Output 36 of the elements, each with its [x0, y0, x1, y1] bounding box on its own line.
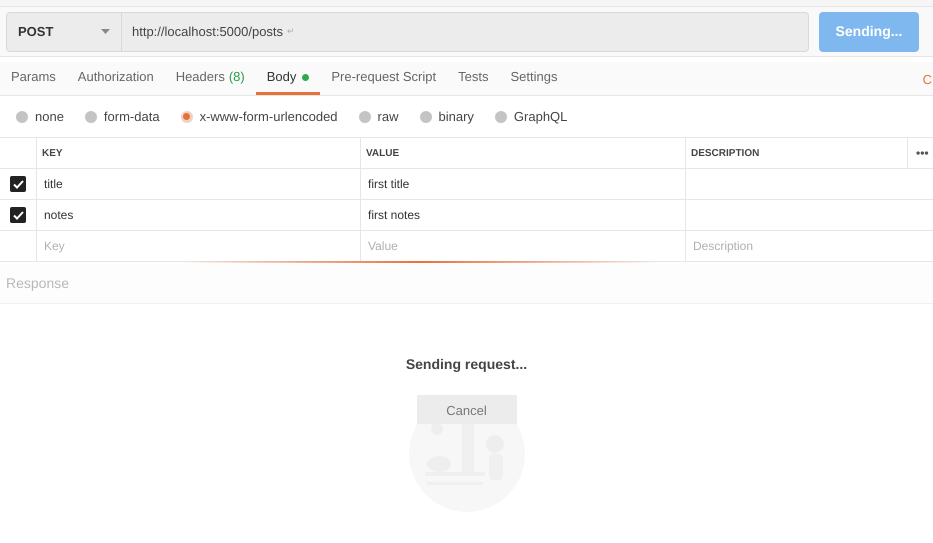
- response-title: Response: [6, 274, 70, 293]
- checkbox[interactable]: [10, 207, 26, 223]
- tab[interactable]: Settings: [499, 62, 568, 95]
- column-header: VALUE: [366, 146, 400, 160]
- column-header: DESCRIPTION: [691, 146, 760, 160]
- radio-option[interactable]: GraphQL: [494, 106, 568, 126]
- tab[interactable]: Pre-request Script: [320, 62, 448, 95]
- radio-button[interactable]: [16, 110, 28, 122]
- method-dropdown[interactable]: POST: [6, 12, 122, 52]
- radio-option[interactable]: raw: [358, 106, 398, 126]
- cookies-link[interactable]: C: [922, 70, 932, 90]
- url-field[interactable]: http://localhost:5000/posts ↵: [121, 12, 809, 52]
- tab[interactable]: Headers (8): [164, 62, 256, 95]
- table-cell-text: title: [44, 176, 63, 193]
- tab[interactable]: Tests: [447, 62, 500, 95]
- cancel-button[interactable]: Cancel: [416, 395, 516, 426]
- column-header: KEY: [42, 146, 63, 160]
- status-message: Sending request...: [406, 355, 528, 374]
- tab[interactable]: Authorization: [66, 62, 165, 95]
- radio-button[interactable]: [180, 110, 193, 122]
- table-cell-text: first title: [368, 176, 410, 193]
- table-cell-text: notes: [44, 207, 74, 224]
- tab[interactable]: Body: [256, 62, 320, 95]
- checkbox[interactable]: [10, 176, 26, 192]
- table-cell-text: first notes: [368, 207, 420, 224]
- more-options-icon[interactable]: •••: [916, 144, 929, 162]
- radio-button[interactable]: [84, 110, 97, 122]
- radio-button[interactable]: [420, 110, 432, 122]
- caret-icon: [101, 29, 110, 34]
- radio-option[interactable]: form-data: [84, 106, 160, 126]
- radio-option[interactable]: x-www-form-urlencoded: [180, 106, 338, 126]
- radio-button[interactable]: [358, 110, 371, 122]
- tab[interactable]: Params: [0, 62, 67, 95]
- radio-option[interactable]: binary: [420, 106, 474, 126]
- radio-option[interactable]: none: [16, 106, 64, 126]
- radio-button[interactable]: [494, 110, 507, 122]
